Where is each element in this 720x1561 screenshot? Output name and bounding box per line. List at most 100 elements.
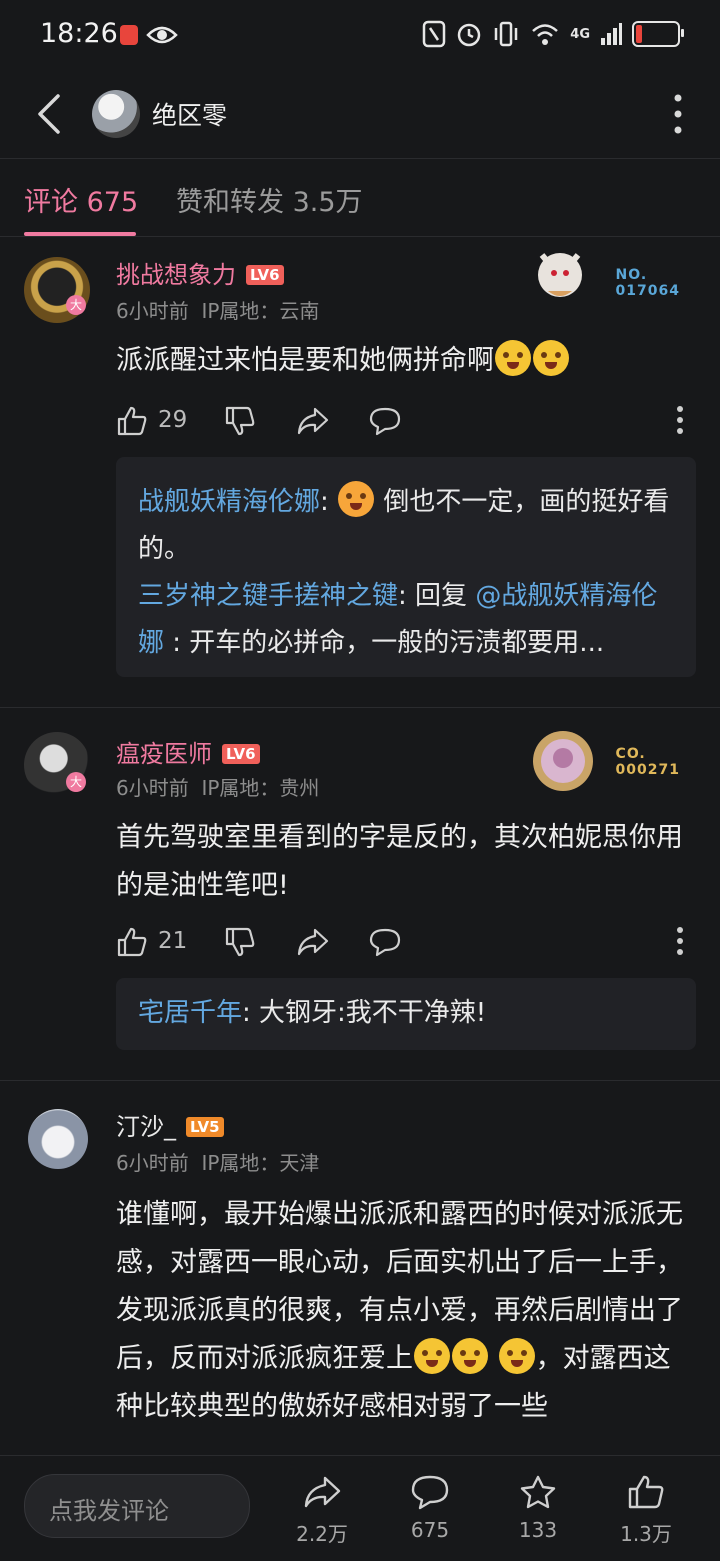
fan-card-icon[interactable] <box>530 245 590 305</box>
fan-card-digits: 000271 <box>615 762 680 778</box>
comment-more-icon[interactable] <box>676 405 684 435</box>
reply-username[interactable]: 三岁神之键手搓神之键 <box>138 581 398 611</box>
avatar-badge: 大 <box>66 772 86 792</box>
avatar[interactable] <box>28 1109 88 1169</box>
comment-item: 大 瘟疫医师 LV6 6小时前 IP属地：贵州 CO. 000271 首先驾驶室里… <box>0 708 720 1081</box>
dislike-icon[interactable] <box>224 405 256 437</box>
reply-text: : 开车的必拼命，一般的污渍都要用... <box>164 628 605 658</box>
fan-card-prefix: NO. <box>615 267 648 283</box>
page-title: 绝区零 <box>152 101 228 130</box>
reply-item: 三岁神之键手搓神之键: 回复 @战舰妖精海伦娜 : 开车的必拼命，一般的污渍都要… <box>138 581 658 658</box>
star-icon <box>520 1475 556 1509</box>
fan-card-number: CO. 000271 <box>616 746 680 778</box>
share-icon[interactable] <box>296 926 330 958</box>
wifi-icon <box>532 24 559 45</box>
heart-eyes-emoji <box>338 481 375 517</box>
vibrate-icon <box>495 21 518 47</box>
comment-input[interactable]: 点我发评论 <box>24 1474 250 1538</box>
screen-record-icon <box>120 25 138 45</box>
tab-bar: 评论 675 赞和转发 3.5万 <box>0 158 720 237</box>
status-time: 18:26 <box>40 18 118 49</box>
back-arrow-icon[interactable] <box>32 92 64 136</box>
comment-username-row: 挑战想象力 LV6 <box>116 255 284 290</box>
bottom-comment-button[interactable]: 675 <box>390 1474 470 1542</box>
level-badge: LV5 <box>186 1117 224 1137</box>
comment-more-icon[interactable] <box>676 926 684 956</box>
comment-input-placeholder: 点我发评论 <box>49 1497 169 1525</box>
nfc-icon <box>423 20 446 48</box>
reply-preview-box[interactable]: 战舰妖精海伦娜: 倒也不一定，画的挺好看的。 三岁神之键手搓神之键: 回复 @战… <box>116 457 696 677</box>
like-count: 21 <box>158 928 188 954</box>
tab-likes-reposts[interactable]: 赞和转发 3.5万 <box>176 180 363 219</box>
comment-text: 首先驾驶室里看到的字是反的，其次柏妮思你用的是油性笔吧! <box>116 822 683 901</box>
comment-ip: IP属地：云南 <box>201 299 320 323</box>
reply-prefix: 回复 <box>415 581 476 611</box>
comment-icon <box>411 1475 449 1510</box>
like-count: 29 <box>158 407 188 433</box>
reply-icon[interactable] <box>368 405 402 437</box>
account-avatar[interactable] <box>92 90 140 138</box>
comment-text: 谁懂啊，最开始爆出派派和露西的时候对派派无感，对露西一眼心动，后面实机出了后一上… <box>116 1191 690 1431</box>
bottom-bar: 点我发评论 2.2万 675 133 1.3万 <box>0 1455 720 1561</box>
comment-body: 派派醒过来怕是要和她俩拼命啊 <box>116 345 494 376</box>
reply-icon[interactable] <box>368 926 402 958</box>
fan-card-number: NO. 017064 <box>616 267 680 299</box>
reply-preview-box[interactable]: 宅居千年: 大钢牙:我不干净辣! <box>116 978 696 1050</box>
signal-icon <box>601 23 622 45</box>
username[interactable]: 挑战想象力 <box>116 261 236 289</box>
comment-username-row: 瘟疫医师 LV6 <box>116 734 260 769</box>
shocked-emoji <box>452 1338 488 1374</box>
username[interactable]: 汀沙_ <box>116 1113 176 1141</box>
reply-item: 宅居千年: 大钢牙:我不干净辣! <box>138 998 487 1028</box>
laugh-cry-emoji <box>533 340 569 376</box>
comment-time: 6小时前 <box>116 776 189 800</box>
dislike-icon[interactable] <box>224 926 256 958</box>
comment-actions: 21 <box>116 920 690 964</box>
share-count: 2.2万 <box>296 1522 348 1546</box>
comment-meta: 6小时前 IP属地：天津 <box>116 1147 319 1176</box>
more-vertical-icon[interactable] <box>674 94 682 134</box>
laugh-cry-emoji <box>495 340 531 376</box>
share-icon <box>304 1476 341 1508</box>
bottom-like-button[interactable]: 1.3万 <box>606 1474 686 1547</box>
like-icon[interactable] <box>116 926 148 958</box>
fan-card-digits: 017064 <box>615 283 680 299</box>
tab-indicator <box>24 232 136 236</box>
shocked-emoji <box>498 1338 535 1374</box>
shocked-emoji <box>414 1338 450 1374</box>
level-badge: LV6 <box>222 744 260 764</box>
avatar-badge: 大 <box>66 295 86 315</box>
top-bar: 绝区零 <box>0 70 720 159</box>
comment-ip: IP属地：贵州 <box>201 776 320 800</box>
comment-actions: 29 <box>116 399 690 443</box>
comment-meta: 6小时前 IP属地：云南 <box>116 295 319 324</box>
fan-card-icon[interactable] <box>530 728 596 794</box>
battery-icon <box>632 21 684 47</box>
comment-item: 汀沙_ LV5 6小时前 IP属地：天津 谁懂啊，最开始爆出派派和露西的时候对派派… <box>0 1081 720 1455</box>
like-icon[interactable] <box>116 405 148 437</box>
bottom-share-button[interactable]: 2.2万 <box>282 1474 362 1547</box>
alarm-icon <box>458 23 481 47</box>
fan-card-prefix: CO. <box>615 746 646 762</box>
username[interactable]: 瘟疫医师 <box>116 740 212 768</box>
reply-item: 战舰妖精海伦娜: 倒也不一定，画的挺好看的。 <box>116 479 696 573</box>
share-icon[interactable] <box>296 405 330 437</box>
comment-username-row: 汀沙_ LV5 <box>116 1107 224 1142</box>
like-count-total: 1.3万 <box>620 1522 672 1546</box>
comment-meta: 6小时前 IP属地：贵州 <box>116 772 319 801</box>
bottom-favorite-button[interactable]: 133 <box>498 1474 578 1542</box>
like-icon <box>628 1475 664 1509</box>
level-badge: LV6 <box>246 265 284 285</box>
tab-comments[interactable]: 评论 675 <box>24 180 138 219</box>
reply-username[interactable]: 战舰妖精海伦娜 <box>138 487 320 517</box>
comment-time: 6小时前 <box>116 299 189 323</box>
comment-text: 派派醒过来怕是要和她俩拼命啊 <box>116 337 690 385</box>
status-bar: 18:26 4G <box>0 0 720 70</box>
comment-count: 675 <box>410 1518 450 1542</box>
eye-icon <box>146 26 178 44</box>
favorite-count: 133 <box>518 1518 558 1542</box>
reply-text: 大钢牙:我不干净辣! <box>259 998 487 1028</box>
network-label: 4G <box>570 26 590 42</box>
comment-item: 大 挑战想象力 LV6 6小时前 IP属地：云南 NO. 017064 派派醒过来… <box>0 237 720 708</box>
reply-username[interactable]: 宅居千年 <box>138 998 242 1028</box>
